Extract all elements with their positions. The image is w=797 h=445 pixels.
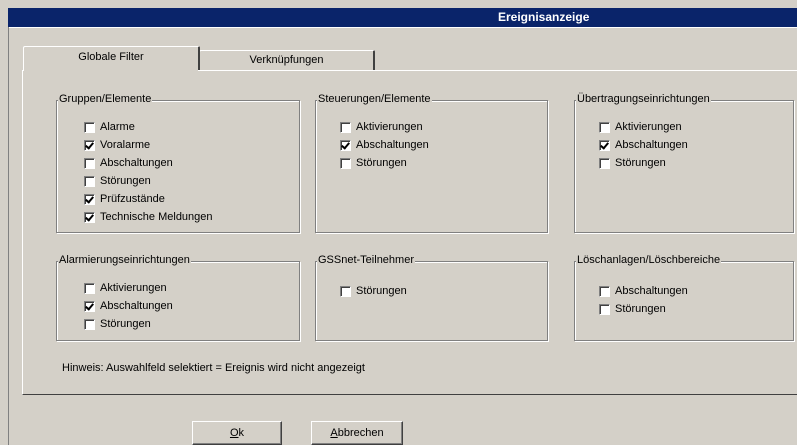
checkbox-label: Störungen <box>356 285 407 297</box>
checkbox-box[interactable] <box>84 139 95 151</box>
checkbox-stoerungen[interactable]: Störungen <box>84 173 151 189</box>
group-title: Löschanlagen/Löschbereiche <box>576 254 722 266</box>
group-alarmierungseinrichtungen: Alarmierungseinrichtungen Aktivierungen … <box>56 254 300 341</box>
button-label: bbrechen <box>337 427 384 439</box>
checkbox-box[interactable] <box>84 282 95 294</box>
group-loeschanlagen: Löschanlagen/Löschbereiche Abschaltungen… <box>574 254 794 341</box>
tab-label: Globale Filter <box>78 51 144 63</box>
checkbox-box[interactable] <box>84 193 95 205</box>
mnemonic-letter: A <box>330 427 338 439</box>
checkbox-box[interactable] <box>599 121 610 133</box>
checkbox-box[interactable] <box>599 303 610 315</box>
checkbox-abschaltungen[interactable]: Abschaltungen <box>340 137 429 153</box>
tab-verknuepfungen[interactable]: Verknüpfungen <box>199 50 375 70</box>
checkbox-label: Aktivierungen <box>100 282 167 294</box>
checkbox-stoerungen[interactable]: Störungen <box>84 316 151 332</box>
group-title: Steuerungen/Elemente <box>317 93 432 105</box>
hint-text: Hinweis: Auswahlfeld selektiert = Ereign… <box>62 362 365 374</box>
ok-button[interactable]: Ok <box>192 421 282 445</box>
checkbox-box[interactable] <box>340 285 351 297</box>
tab-join <box>24 69 198 71</box>
checkbox-label: Störungen <box>100 175 151 187</box>
checkbox-stoerungen[interactable]: Störungen <box>340 283 407 299</box>
checkbox-box[interactable] <box>84 121 95 133</box>
group-uebertragungseinrichtungen: Übertragungseinrichtungen Aktivierungen … <box>574 93 794 233</box>
tab-label: Verknüpfungen <box>249 54 324 66</box>
checkbox-label: Abschaltungen <box>615 139 688 151</box>
checkbox-abschaltungen[interactable]: Abschaltungen <box>599 137 688 153</box>
checkbox-box[interactable] <box>340 139 351 151</box>
checkbox-box[interactable] <box>84 175 95 187</box>
checkbox-label: Störungen <box>100 318 151 330</box>
checkbox-label: Prüfzustände <box>100 193 165 205</box>
checkbox-abschaltungen[interactable]: Abschaltungen <box>84 298 173 314</box>
checkbox-box[interactable] <box>340 157 351 169</box>
window-title: Ereignisanzeige <box>498 10 590 24</box>
group-gssnet-teilnehmer: GSSnet-Teilnehmer Störungen <box>315 254 548 341</box>
checkbox-technische-meldungen[interactable]: Technische Meldungen <box>84 209 213 225</box>
checkbox-stoerungen[interactable]: Störungen <box>340 155 407 171</box>
checkbox-label: Abschaltungen <box>100 300 173 312</box>
checkbox-label: Aktivierungen <box>615 121 682 133</box>
checkbox-box[interactable] <box>599 139 610 151</box>
checkbox-pruefzustaende[interactable]: Prüfzustände <box>84 191 165 207</box>
group-title: Übertragungseinrichtungen <box>576 93 711 105</box>
tab-globale-filter[interactable]: Globale Filter <box>23 46 200 70</box>
checkbox-label: Aktivierungen <box>356 121 423 133</box>
checkbox-box[interactable] <box>84 300 95 312</box>
checkbox-label: Abschaltungen <box>100 157 173 169</box>
checkbox-box[interactable] <box>599 157 610 169</box>
group-title: GSSnet-Teilnehmer <box>317 254 415 266</box>
button-label: k <box>238 427 245 439</box>
cancel-button[interactable]: Abbrechen <box>311 421 403 445</box>
checkbox-stoerungen[interactable]: Störungen <box>599 155 666 171</box>
checkbox-box[interactable] <box>340 121 351 133</box>
checkbox-aktivierungen[interactable]: Aktivierungen <box>340 119 423 135</box>
group-frame <box>315 261 548 341</box>
checkbox-aktivierungen[interactable]: Aktivierungen <box>84 280 167 296</box>
checkbox-box[interactable] <box>84 318 95 330</box>
checkbox-label: Störungen <box>356 157 407 169</box>
group-title: Gruppen/Elemente <box>58 93 153 105</box>
title-bar[interactable]: Ereignisanzeige <box>8 8 797 27</box>
dialog-window: Ereignisanzeige Globale Filter Verknüpfu… <box>0 0 797 445</box>
checkbox-label: Störungen <box>615 303 666 315</box>
checkbox-voralarme[interactable]: Voralarme <box>84 137 150 153</box>
checkbox-label: Technische Meldungen <box>100 211 213 223</box>
checkbox-aktivierungen[interactable]: Aktivierungen <box>599 119 682 135</box>
checkbox-alarme[interactable]: Alarme <box>84 119 135 135</box>
checkbox-label: Alarme <box>100 121 135 133</box>
group-title: Alarmierungseinrichtungen <box>58 254 191 266</box>
checkbox-box[interactable] <box>599 285 610 297</box>
group-gruppen-elemente: Gruppen/Elemente Alarme Voralarme Abscha… <box>56 93 300 233</box>
mnemonic-letter: O <box>229 427 239 439</box>
checkbox-box[interactable] <box>84 211 95 223</box>
checkbox-abschaltungen[interactable]: Abschaltungen <box>84 155 173 171</box>
checkbox-label: Abschaltungen <box>356 139 429 151</box>
group-steuerungen-elemente: Steuerungen/Elemente Aktivierungen Absch… <box>315 93 548 233</box>
frame-edge <box>8 27 9 445</box>
checkbox-label: Störungen <box>615 157 666 169</box>
checkbox-label: Voralarme <box>100 139 151 151</box>
checkbox-box[interactable] <box>84 157 95 169</box>
checkbox-label: Abschaltungen <box>615 285 688 297</box>
checkbox-abschaltungen[interactable]: Abschaltungen <box>599 283 688 299</box>
checkbox-stoerungen[interactable]: Störungen <box>599 301 666 317</box>
